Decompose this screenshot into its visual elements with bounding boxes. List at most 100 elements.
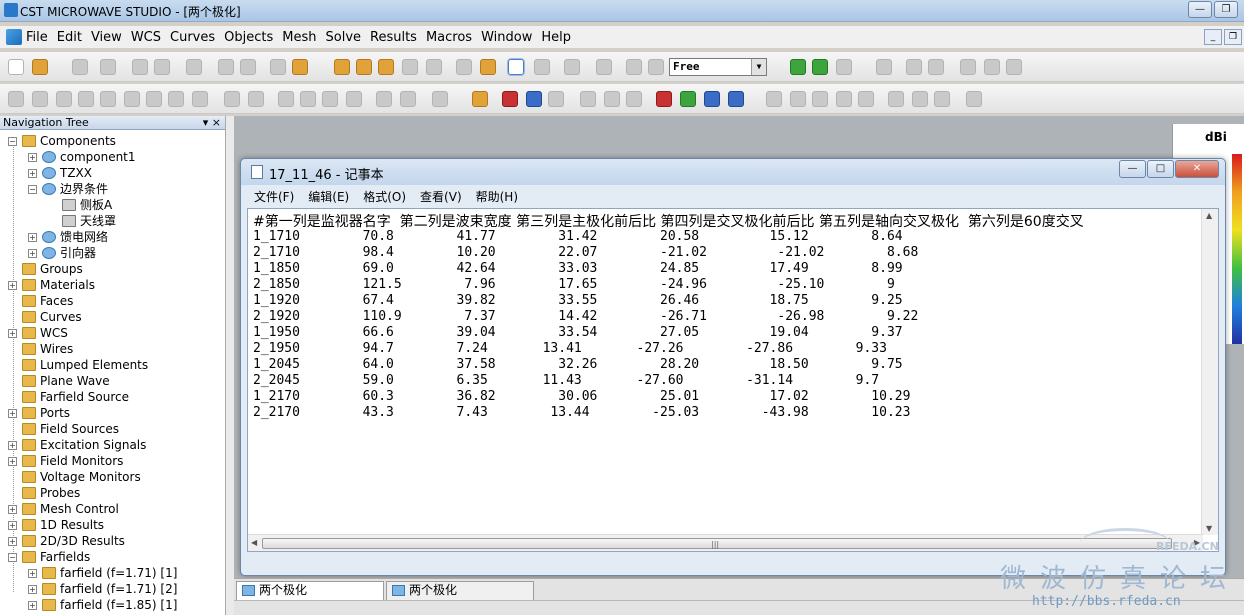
- cone-icon[interactable]: [78, 91, 94, 107]
- scroll-up-icon[interactable]: ▲: [1206, 211, 1212, 220]
- open-folder-icon[interactable]: [32, 59, 48, 75]
- clear-picks-icon[interactable]: [346, 91, 362, 107]
- boundary-icon[interactable]: [502, 91, 518, 107]
- tab-document-2[interactable]: 两个极化: [386, 581, 534, 600]
- loft-icon[interactable]: [168, 91, 184, 107]
- menu-window[interactable]: Window: [481, 30, 532, 45]
- menu-macros[interactable]: Macros: [426, 30, 472, 45]
- delete-curve-icon[interactable]: [912, 91, 928, 107]
- parameter-icon[interactable]: [154, 59, 170, 75]
- brick-icon[interactable]: [8, 91, 24, 107]
- zoom-out-icon[interactable]: [426, 59, 442, 75]
- close-icon[interactable]: ×: [212, 116, 221, 129]
- expand-icon[interactable]: +: [8, 537, 17, 546]
- menu-wcs[interactable]: WCS: [131, 30, 161, 45]
- curve-settings-icon[interactable]: [966, 91, 982, 107]
- background-icon[interactable]: [548, 91, 564, 107]
- draw-polyline-icon[interactable]: [790, 91, 806, 107]
- box-icon[interactable]: [564, 59, 580, 75]
- expand-icon[interactable]: +: [8, 329, 17, 338]
- print-icon[interactable]: [100, 59, 116, 75]
- document-menu-icon[interactable]: [6, 29, 22, 45]
- macro-run-icon[interactable]: [1006, 59, 1022, 75]
- help-about-icon[interactable]: [728, 91, 744, 107]
- torus-icon[interactable]: [100, 91, 116, 107]
- expand-icon[interactable]: +: [8, 505, 17, 514]
- local-wcs-icon[interactable]: [626, 59, 642, 75]
- notepad-menu-help[interactable]: 帮助(H): [476, 187, 518, 207]
- reset-view-icon[interactable]: [456, 59, 472, 75]
- new-file-icon[interactable]: [8, 59, 24, 75]
- boolean-add-icon[interactable]: [224, 91, 240, 107]
- draw-line-icon[interactable]: [766, 91, 782, 107]
- draw-arc-icon[interactable]: [836, 91, 852, 107]
- transform-icon[interactable]: [292, 59, 308, 75]
- menu-results[interactable]: Results: [370, 30, 417, 45]
- chamfer-icon[interactable]: [432, 91, 448, 107]
- notepad-menu-format[interactable]: 格式(O): [363, 187, 406, 207]
- mirror-icon[interactable]: [928, 59, 944, 75]
- pick-point-icon[interactable]: [278, 91, 294, 107]
- align-icon[interactable]: [906, 59, 922, 75]
- notepad-close-button[interactable]: ✕: [1175, 160, 1219, 178]
- save-icon[interactable]: [72, 59, 88, 75]
- measure-icon[interactable]: [876, 59, 892, 75]
- draw-rectangle-icon[interactable]: [858, 91, 874, 107]
- view-options-icon[interactable]: [480, 59, 496, 75]
- notepad-menu-file[interactable]: 文件(F): [254, 187, 294, 207]
- export-icon[interactable]: [960, 59, 976, 75]
- selection-mode-icon[interactable]: [507, 58, 525, 76]
- notepad-menu-edit[interactable]: 编辑(E): [308, 187, 349, 207]
- expand-icon[interactable]: +: [28, 249, 37, 258]
- mdi-minimize-button[interactable]: _: [1204, 29, 1222, 45]
- pick-icon[interactable]: [270, 59, 286, 75]
- monitor-icon[interactable]: [580, 91, 596, 107]
- menu-objects[interactable]: Objects: [224, 30, 273, 45]
- cylinder-icon[interactable]: [56, 91, 72, 107]
- mdi-restore-button[interactable]: ❐: [1224, 29, 1242, 45]
- menu-file[interactable]: File: [26, 30, 48, 45]
- boolean-subtract-icon[interactable]: [248, 91, 264, 107]
- collapse-icon[interactable]: −: [28, 185, 37, 194]
- notepad-titlebar[interactable]: 17_11_46 - 记事本 — □ ✕: [241, 159, 1225, 185]
- notepad-vertical-scrollbar[interactable]: ▲ ▼: [1201, 209, 1218, 535]
- navigation-tree-scrollbar[interactable]: [226, 116, 234, 615]
- extrude-icon[interactable]: [124, 91, 140, 107]
- solver-start-icon[interactable]: [790, 59, 806, 75]
- import-icon[interactable]: [984, 59, 1000, 75]
- blend-icon[interactable]: [400, 91, 416, 107]
- expand-icon[interactable]: +: [28, 233, 37, 242]
- tab-document-1[interactable]: 两个极化: [236, 581, 384, 600]
- collapse-icon[interactable]: −: [8, 553, 17, 562]
- expand-icon[interactable]: +: [28, 169, 37, 178]
- zoom-in-icon[interactable]: [402, 59, 418, 75]
- help-green-icon[interactable]: [680, 91, 696, 107]
- help-info-icon[interactable]: [704, 91, 720, 107]
- solver-mode-select[interactable]: Free ▼: [669, 58, 767, 76]
- expand-icon[interactable]: +: [8, 521, 17, 530]
- menu-help[interactable]: Help: [541, 30, 571, 45]
- notepad-maximize-button[interactable]: □: [1147, 160, 1174, 178]
- help-red-icon[interactable]: [656, 91, 672, 107]
- grid-icon[interactable]: [534, 59, 550, 75]
- optimizer-icon[interactable]: [836, 59, 852, 75]
- expand-icon[interactable]: +: [8, 441, 17, 450]
- redo-icon[interactable]: [240, 59, 256, 75]
- notepad-minimize-button[interactable]: —: [1119, 160, 1146, 178]
- undo-icon[interactable]: [218, 59, 234, 75]
- pick-face-icon[interactable]: [322, 91, 338, 107]
- pan-icon[interactable]: [378, 59, 394, 75]
- copy-icon[interactable]: [186, 59, 202, 75]
- rotate-view-icon[interactable]: [334, 59, 350, 75]
- port-icon[interactable]: [472, 91, 488, 107]
- history-icon[interactable]: [132, 59, 148, 75]
- expand-icon[interactable]: +: [28, 601, 37, 610]
- scroll-left-icon[interactable]: ◀: [251, 538, 257, 547]
- menu-curves[interactable]: Curves: [170, 30, 215, 45]
- symmetry-icon[interactable]: [526, 91, 542, 107]
- menu-mesh[interactable]: Mesh: [282, 30, 316, 45]
- pick-edge-icon[interactable]: [300, 91, 316, 107]
- rotate-profile-icon[interactable]: [146, 91, 162, 107]
- notepad-text-area[interactable]: #第一列是监视器名字 第二列是波束宽度 第三列是主极化前后比 第四列是交叉极化前…: [247, 208, 1219, 552]
- align-wcs-icon[interactable]: [648, 59, 664, 75]
